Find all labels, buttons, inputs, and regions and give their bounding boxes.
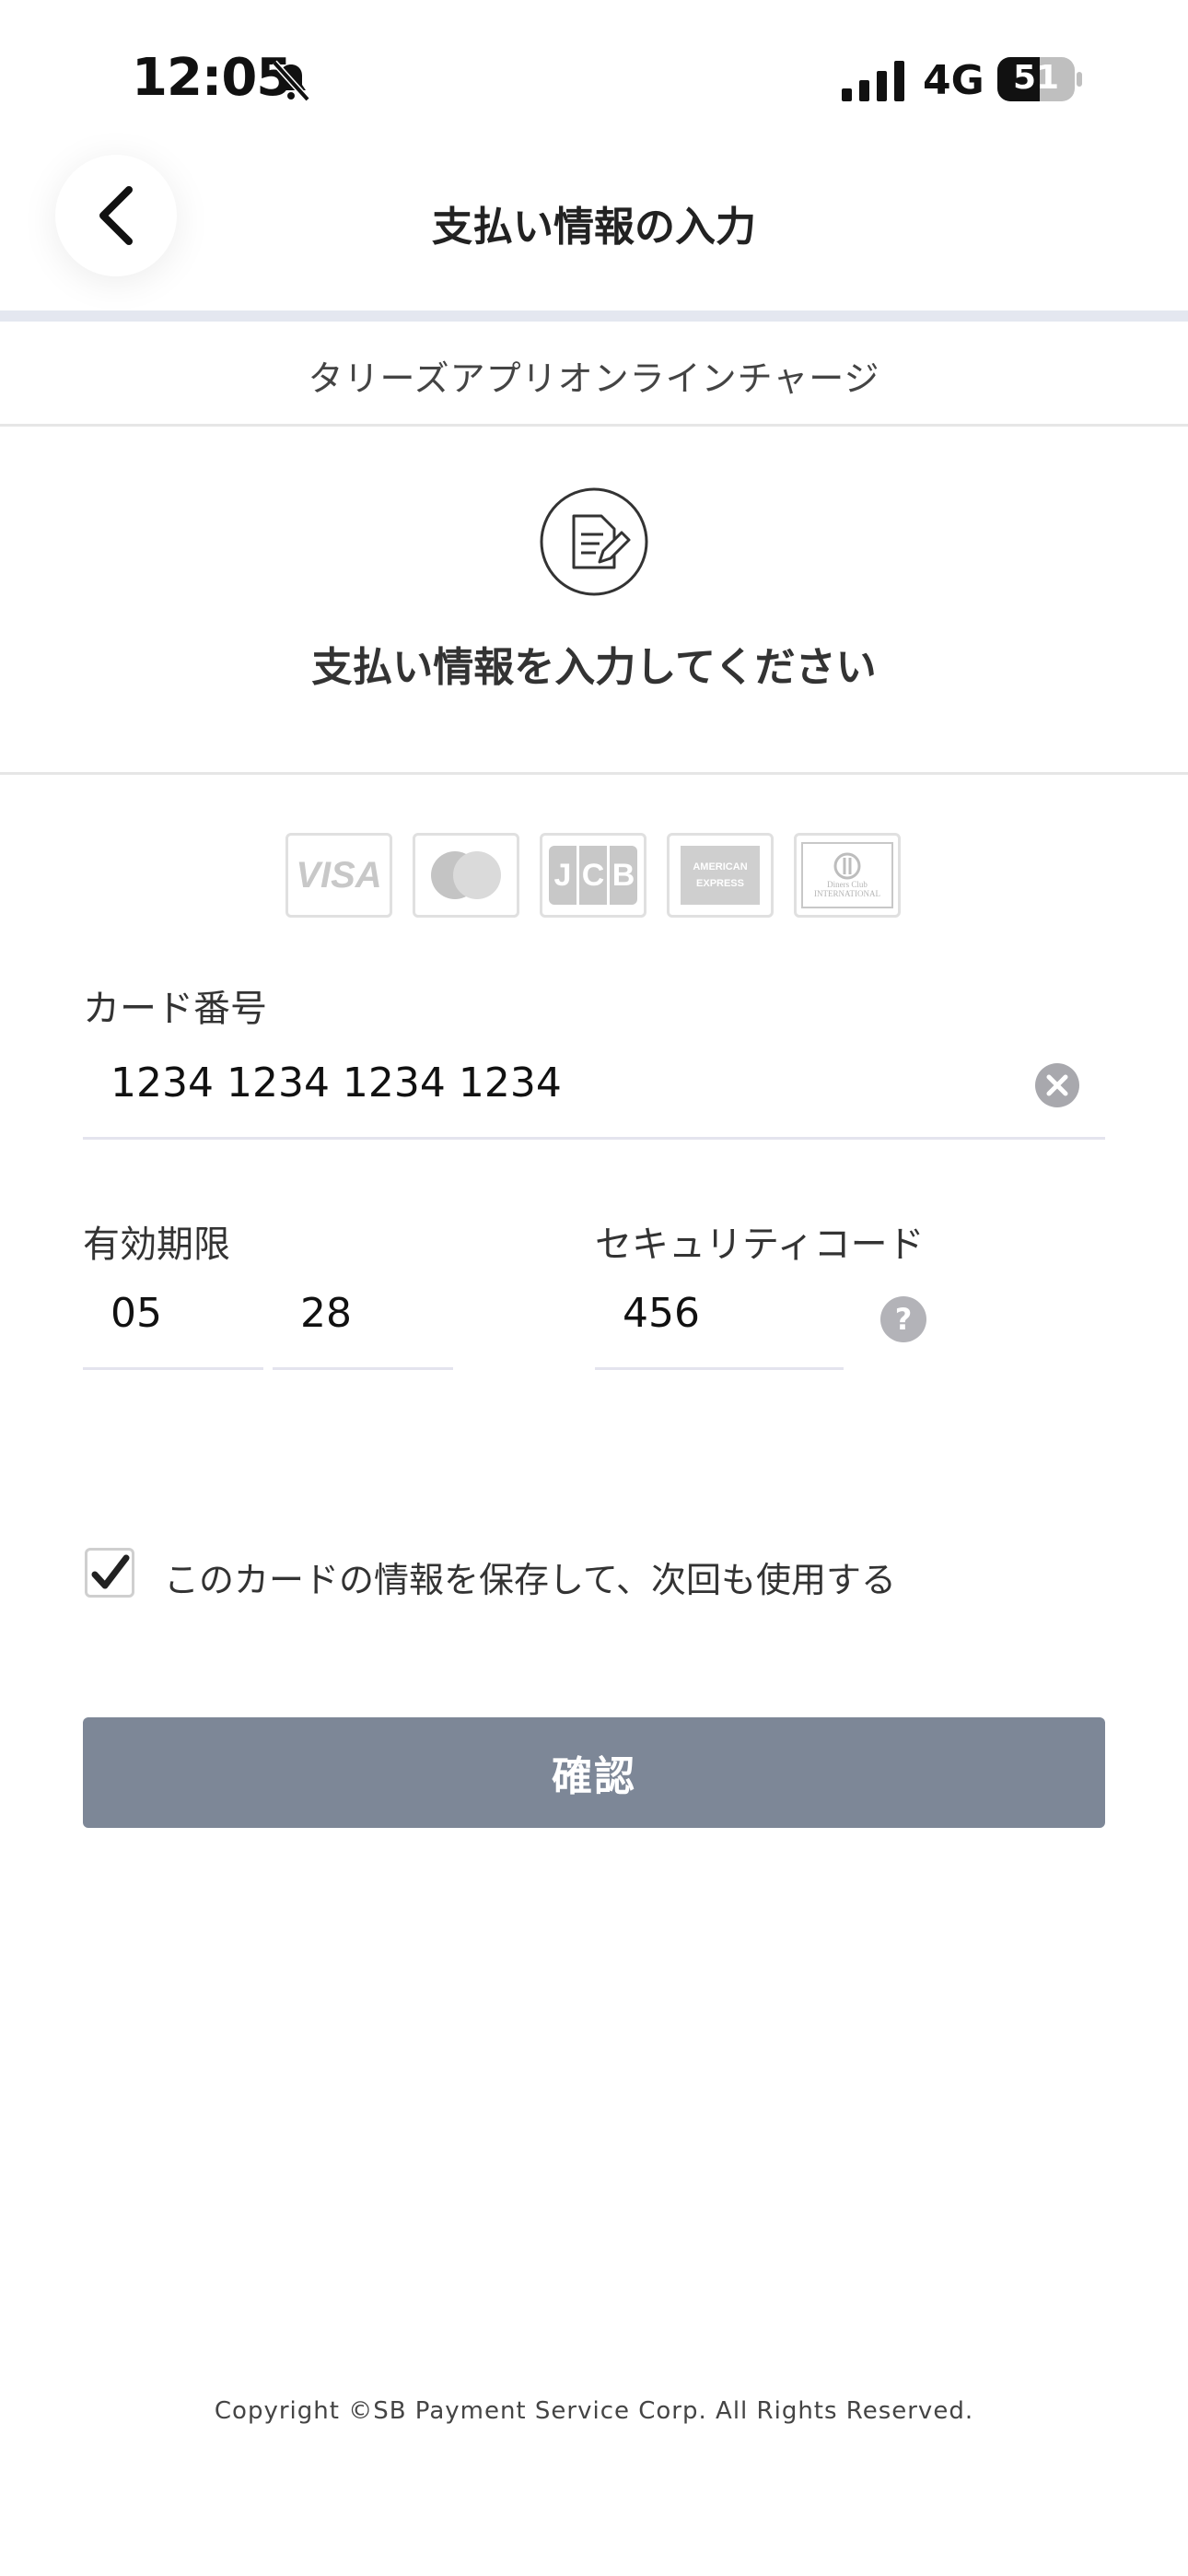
jcb-letter-b: B	[611, 857, 635, 893]
jcb-letter-c: C	[581, 857, 605, 893]
header-divider	[0, 310, 1188, 322]
card-number-underline	[83, 1137, 1105, 1140]
help-icon[interactable]: ?	[880, 1296, 926, 1342]
section-divider	[0, 772, 1188, 775]
merchant-divider	[0, 424, 1188, 427]
battery-icon: 51	[997, 57, 1082, 101]
instruction-text: 支払い情報を入力してください	[311, 644, 877, 691]
copyright-text: Copyright ©SB Payment Service Corp. All …	[214, 2397, 974, 2425]
svg-text:?: ?	[895, 1302, 913, 1337]
expiry-label: 有効期限	[83, 1224, 230, 1266]
jcb-letter-j: J	[553, 857, 572, 893]
security-code-underline	[595, 1367, 844, 1370]
merchant-name: タリーズアプリオンラインチャージ	[308, 358, 880, 399]
confirm-button[interactable]: 確認	[83, 1717, 1105, 1828]
expiry-year-input[interactable]: 28	[300, 1290, 352, 1337]
amex-text: AMERICAN EXPRESS	[693, 861, 748, 889]
card-number-input[interactable]: 1234 1234 1234 1234	[111, 1060, 562, 1107]
expiry-year-underline	[273, 1367, 453, 1370]
jcb-logo: J C B	[540, 833, 646, 918]
save-card-label[interactable]: このカードの情報を保存して、次回も使用する	[164, 1551, 896, 1602]
diners-text: Diners Club INTERNATIONAL	[814, 880, 880, 898]
battery-level: 51	[1012, 59, 1060, 97]
diners-club-logo: Diners Club INTERNATIONAL	[794, 833, 901, 918]
visa-logo: VISA	[285, 833, 392, 918]
visa-text: VISA	[296, 854, 382, 896]
card-number-label: カード番号	[83, 988, 267, 1030]
expiry-month-input[interactable]: 05	[111, 1290, 162, 1337]
security-code-label: セキュリティコード	[595, 1224, 925, 1266]
mastercard-logo	[413, 833, 519, 918]
bell-slash-icon	[272, 60, 310, 102]
document-edit-icon	[540, 487, 648, 596]
clear-input-icon[interactable]	[1035, 1063, 1079, 1107]
save-card-checkbox[interactable]	[85, 1548, 134, 1598]
status-time: 12:05	[132, 48, 292, 108]
network-label: 4G	[923, 57, 984, 104]
amex-logo: AMERICAN EXPRESS	[667, 833, 774, 918]
expiry-month-underline	[83, 1367, 263, 1370]
page-title: 支払い情報の入力	[432, 204, 756, 251]
security-code-input[interactable]: 456	[623, 1290, 700, 1337]
signal-icon	[842, 61, 904, 101]
checkmark-icon	[91, 1554, 130, 1589]
